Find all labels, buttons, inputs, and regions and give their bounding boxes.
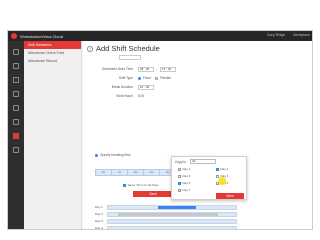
icon-rail [8,41,24,229]
schedule-row[interactable]: Day 3 [95,218,237,224]
account-menu[interactable]: Workplace [293,33,310,37]
shift-type-fixed-radio[interactable] [138,77,141,80]
schedule-track[interactable] [107,225,237,229]
grid-cell[interactable]: 9a [112,170,128,175]
day-2-label: Day 2 [220,167,229,171]
schedule-track[interactable] [107,204,237,210]
schedule-row-label: Day 3 [95,219,103,223]
shift-bar[interactable] [158,205,196,209]
page-title: Add Shift Schedule [96,44,160,53]
copy-to-dialog: Copy to All Day 1 Day 2 Day 3 Day 4 Day … [171,156,247,200]
schedule-track[interactable] [107,218,237,224]
devices-icon[interactable] [13,77,19,83]
shift-type-fixed: Fixed [143,76,151,80]
sidebar-item-attendance-record[interactable]: Attendance Record [24,57,81,65]
work-time-separator: - [156,67,158,71]
schedule-row[interactable]: Day 4 [95,225,237,230]
pointer-highlight [218,177,226,185]
schedule-row[interactable]: Day 2 [95,211,237,217]
app-window: WorkstationVirtua Cloud Gary Ridge Workp… [7,30,313,230]
day-1-label: Day 1 [182,167,191,171]
sidebar-item-check-point[interactable]: Attendance Check Point [24,49,81,57]
help-icon[interactable] [13,147,19,153]
day-7-label: Day 7 [182,188,191,192]
user-menu[interactable]: Gary Ridge [267,33,285,37]
work-time-to[interactable]: 16 : 00 [160,67,176,72]
same-time-checkbox[interactable] [123,183,126,187]
reports-icon[interactable] [13,91,19,97]
work-time-label: Scheduled Work Time [101,67,133,71]
specify-break-label: Specify breaking time [100,153,131,157]
break-duration-label: Break Duration [111,85,133,89]
calendar-icon[interactable] [13,133,19,139]
grid-cell[interactable]: 8a [96,170,112,175]
work-time-from[interactable]: 08 : 00 [138,67,154,72]
copy-to-label: Copy to [175,160,186,164]
day-5-checkbox[interactable] [178,181,181,185]
shift-bar[interactable] [118,212,218,216]
sidebar: Shift Schedules Attendance Check Point A… [24,41,82,229]
main-content: ‹ Add Shift Schedule Scheduled Work Time… [83,41,312,230]
specify-break-toggle[interactable] [95,154,98,157]
shift-type-flexible: Flexible [160,76,171,80]
brand-name: WorkstationVirtua Cloud [20,33,63,39]
back-icon[interactable]: ‹ [87,46,93,52]
day-7-checkbox[interactable] [178,188,181,192]
copy-to-input[interactable]: All [190,159,216,164]
grid-cell[interactable]: 10a [128,170,144,175]
schedule-select[interactable] [119,55,141,60]
work-hours-label: Work Hours [116,94,133,98]
schedule-row[interactable]: Day 1 [95,204,237,210]
sidebar-item-shift-schedules[interactable]: Shift Schedules [24,41,81,49]
users-icon[interactable] [13,63,19,69]
work-hours-value: 8.00 [138,94,145,98]
phone-icon[interactable] [13,119,19,125]
schedule-grid: Day 1 Day 2 Day 3 Day 4 [95,204,312,230]
shift-type-label: Shift Type [118,76,133,80]
day-5-label: Day 5 [182,181,191,185]
day-3-checkbox[interactable] [178,174,181,178]
schedule-track[interactable] [107,211,237,217]
dialog-save-button[interactable]: Save [216,193,244,199]
day-1-checkbox[interactable] [178,167,181,171]
settings-icon[interactable] [13,105,19,111]
schedule-row-label: Day 2 [95,212,103,216]
grid-cell[interactable]: 11a [144,170,160,175]
shift-type-flexible-radio[interactable] [155,77,158,80]
day-3-label: Day 3 [182,174,191,178]
brand[interactable]: WorkstationVirtua Cloud [11,32,63,40]
top-bar: WorkstationVirtua Cloud Gary Ridge Workp… [8,31,312,41]
home-icon[interactable] [13,49,19,55]
break-duration-input[interactable]: 01 : 00 [138,85,154,90]
day-2-checkbox[interactable] [216,167,219,171]
schedule-row-label: Day 4 [95,226,103,230]
save-button[interactable]: Save [133,191,173,197]
schedule-row-label: Day 1 [95,205,103,209]
logo-icon [11,33,17,39]
same-time-label: Same Time for all Days [127,183,159,187]
